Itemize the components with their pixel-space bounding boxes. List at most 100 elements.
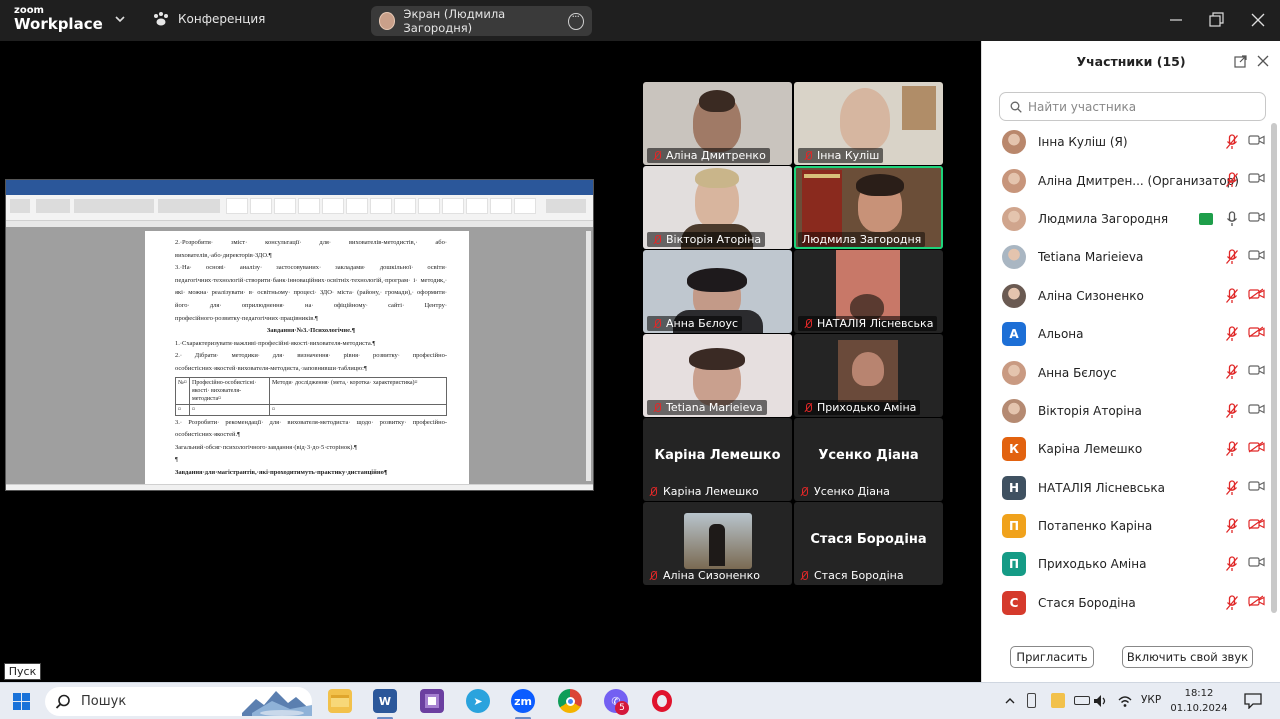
system-clock[interactable]: 18:12 01.10.2024	[1170, 686, 1228, 716]
file-explorer-icon[interactable]	[328, 689, 352, 713]
word-ribbon	[6, 195, 593, 221]
word-status-bar	[6, 484, 593, 490]
more-options-icon[interactable]	[568, 10, 584, 30]
video-tile[interactable]: НАТАЛІЯ Лісневська	[794, 250, 943, 333]
screen-share-indicator[interactable]: Экран (Людмила Загородня)	[371, 6, 592, 36]
mic-muted-icon[interactable]	[1225, 556, 1239, 572]
tray-app-icon[interactable]	[1051, 693, 1065, 708]
avatar: А	[1002, 322, 1026, 347]
mic-icon[interactable]	[1225, 211, 1239, 227]
mic-muted-icon[interactable]	[1225, 287, 1239, 304]
mic-muted-icon	[651, 402, 663, 414]
camera-icon[interactable]	[1248, 403, 1265, 415]
table-row: ¤ ¤ ¤	[175, 403, 447, 416]
chrome-icon[interactable]	[558, 689, 582, 713]
video-tile[interactable]: Інна Куліш	[794, 82, 943, 165]
table-cell: ¤	[189, 403, 270, 416]
participant-search[interactable]	[999, 92, 1266, 121]
participant-row[interactable]: П Потапенко Каріна	[982, 507, 1270, 545]
doc-paragraph: 2.· Дібрати· методики· для· визначення· …	[175, 352, 447, 372]
avatar	[1002, 398, 1026, 423]
video-tile-active-speaker[interactable]: Людмила Загородня	[794, 166, 943, 249]
camera-off-icon[interactable]	[1248, 518, 1265, 530]
video-tile[interactable]: Каріна Лемешко Каріна Лемешко	[643, 418, 792, 501]
participants-scrollbar[interactable]	[1271, 123, 1277, 613]
search-input[interactable]	[1028, 99, 1248, 114]
doc-heading: Завдання·для·магістрантів,·які·проходити…	[175, 468, 388, 476]
participant-row[interactable]: П Приходько Аміна	[982, 545, 1270, 583]
participant-row[interactable]: Анна Бєлоус	[982, 353, 1270, 391]
meeting-menu[interactable]: Конференция	[152, 11, 265, 27]
camera-off-icon[interactable]	[1248, 288, 1265, 300]
mic-muted-icon[interactable]	[1225, 249, 1239, 265]
close-icon[interactable]	[1248, 10, 1268, 30]
mic-muted-icon[interactable]	[1225, 172, 1239, 188]
zoom-icon[interactable]: zm	[511, 689, 535, 713]
volume-icon[interactable]	[1093, 694, 1109, 708]
camera-icon[interactable]	[1248, 134, 1265, 146]
telegram-icon[interactable]: ➤	[466, 689, 490, 713]
chevron-up-icon[interactable]	[1004, 695, 1016, 707]
video-tile[interactable]: Приходько Аміна	[794, 334, 943, 417]
video-tile[interactable]: Анна Бєлоус	[643, 250, 792, 333]
word-icon[interactable]: W	[373, 689, 397, 713]
camera-off-icon[interactable]	[1248, 326, 1265, 338]
mic-muted-icon	[651, 318, 663, 330]
keyboard-language[interactable]: УКР	[1141, 694, 1161, 706]
participant-row[interactable]: К Каріна Лемешко	[982, 430, 1270, 468]
doc-paragraph: 1.·Схарактеризувати·важливі·професійні·я…	[175, 339, 376, 347]
wifi-icon[interactable]	[1117, 694, 1133, 708]
clock-date: 01.10.2024	[1170, 703, 1228, 714]
unmute-self-button[interactable]: Включить свой звук	[1122, 646, 1253, 668]
camera-icon[interactable]	[1248, 364, 1265, 376]
video-tile[interactable]: Усенко Діана Усенко Діана	[794, 418, 943, 501]
participant-name: Tetiana Marieieva	[666, 401, 763, 414]
participant-row[interactable]: Tetiana Marieieva	[982, 238, 1270, 276]
video-tile[interactable]: Аліна Сизоненко	[643, 502, 792, 585]
participant-row[interactable]: А Альона	[982, 315, 1270, 353]
windows-start-icon[interactable]	[13, 693, 30, 710]
camera-icon[interactable]	[1248, 211, 1265, 223]
camera-icon[interactable]	[1248, 556, 1265, 568]
camera-off-icon[interactable]	[1248, 595, 1265, 607]
participant-row[interactable]: Людмила Загородня	[982, 200, 1270, 238]
opera-icon[interactable]	[650, 689, 674, 713]
participant-name: Приходько Аміна	[1038, 557, 1147, 572]
invite-button[interactable]: Пригласить	[1010, 646, 1094, 668]
video-tile[interactable]: Стася Бородіна Стася Бородіна	[794, 502, 943, 585]
participant-row[interactable]: Вікторія Аторіна	[982, 392, 1270, 430]
restore-icon[interactable]	[1206, 10, 1226, 30]
chevron-down-icon[interactable]	[113, 12, 127, 26]
mic-muted-icon[interactable]	[1225, 134, 1239, 150]
camera-icon[interactable]	[1248, 249, 1265, 261]
participant-row[interactable]: Аліна Дмитрен... (Организатор)	[982, 161, 1270, 199]
usb-icon[interactable]	[1027, 693, 1036, 708]
notifications-icon[interactable]	[1244, 693, 1262, 709]
camera-off-icon[interactable]	[1248, 441, 1265, 453]
video-tile[interactable]: Вікторія Аторіна	[643, 166, 792, 249]
mic-muted-icon[interactable]	[1225, 441, 1239, 457]
mic-muted-icon[interactable]	[1225, 518, 1239, 534]
mic-muted-icon[interactable]	[1225, 403, 1239, 419]
save-disk-icon[interactable]	[420, 689, 444, 713]
mic-muted-icon[interactable]	[1225, 364, 1239, 380]
participant-row[interactable]: Н НАТАЛІЯ Лісневська	[982, 469, 1270, 507]
pop-out-icon[interactable]	[1234, 55, 1247, 68]
camera-icon[interactable]	[1248, 172, 1265, 184]
mic-muted-icon[interactable]	[1225, 479, 1239, 496]
participant-row[interactable]: С Стася Бородіна	[982, 584, 1270, 622]
minimize-icon[interactable]	[1166, 10, 1186, 30]
video-tile[interactable]: Tetiana Marieieva	[643, 334, 792, 417]
participant-name: НАТАЛІЯ Лісневська	[1038, 480, 1166, 495]
participant-row[interactable]: Аліна Сизоненко	[982, 277, 1270, 315]
mic-muted-icon[interactable]	[1225, 326, 1239, 342]
camera-icon[interactable]	[1248, 480, 1265, 492]
participant-name: Каріна Лемешко	[663, 485, 759, 498]
zoom-logo: zoom Workplace	[14, 5, 103, 33]
battery-icon[interactable]	[1074, 696, 1090, 705]
mic-muted-icon[interactable]	[1225, 595, 1239, 611]
avatar	[1002, 130, 1026, 155]
video-tile[interactable]: Аліна Дмитренко	[643, 82, 792, 165]
close-icon[interactable]	[1257, 55, 1269, 67]
participant-row[interactable]: Інна Куліш (Я)	[982, 123, 1270, 161]
